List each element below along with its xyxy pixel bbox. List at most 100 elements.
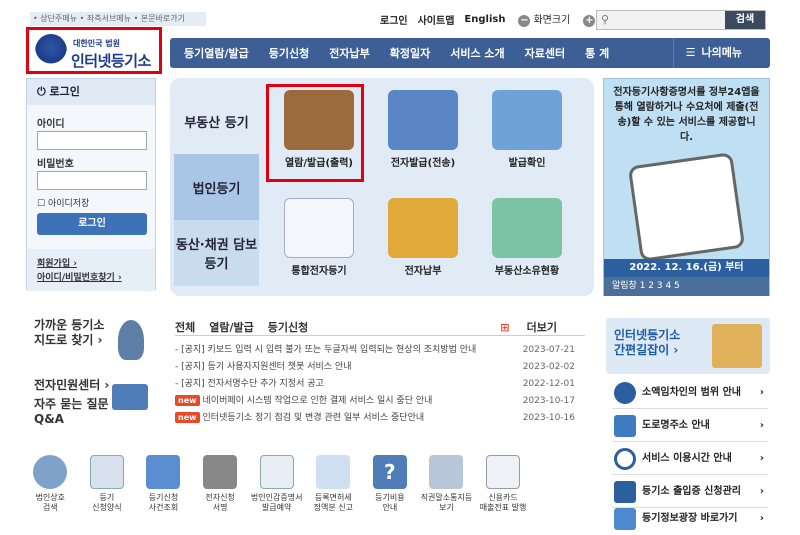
chevron-right-icon: ›	[759, 513, 764, 524]
find-account-link[interactable]: 아이디/비밀번호찾기 ›	[37, 271, 145, 285]
quick-card-receipt[interactable]: 신용카드 매출전표 발행	[475, 455, 532, 530]
new-badge: new	[175, 412, 200, 423]
link-label: 등기정보광장 바로가기	[642, 513, 738, 524]
notice-row[interactable]: - [공지] 전자서명수단 추가 지정서 공고 2022-12-01	[175, 376, 585, 393]
notice-row[interactable]: - [공지] 등기 사용자지원센터 챗봇 서비스 안내 2023-02-02	[175, 359, 585, 376]
quick-seal-reservation[interactable]: 법인인감증명서 발급예약	[248, 455, 305, 530]
chevron-right-icon: ›	[759, 387, 764, 398]
quick-cost-guide[interactable]: ? 등기비용 안내	[362, 455, 419, 530]
civil-center-link[interactable]: 전자민원센터 › 자주 묻는 질문 Q&A	[34, 378, 109, 427]
join-link[interactable]: 회원가입 ›	[37, 257, 145, 271]
notice-row[interactable]: - [공지] 키보드 입력 시 입력 불가 또는 두글자씩 입력되는 현상의 조…	[175, 342, 585, 359]
zoom-label: 화면크기	[533, 15, 571, 26]
nearby-section[interactable]: 가까운 등기소 지도로 찾기 ›	[34, 318, 104, 348]
tile-verify[interactable]: 발급확인	[475, 90, 579, 169]
tile-label: 통합전자등기	[291, 266, 347, 277]
link-road-address[interactable]: 도로명주소 안내 ›	[612, 409, 768, 442]
my-menu-label: 나의메뉴	[701, 46, 742, 59]
banner-pager[interactable]: 알림창 1 2 3 4 5	[604, 277, 769, 296]
quick-case-lookup[interactable]: 등기신청 사건조회	[135, 455, 192, 530]
quick-label: 서명	[212, 503, 228, 512]
form-icon	[89, 455, 124, 489]
tile-label: 전자발급(전송)	[390, 158, 456, 169]
quick-corp-name-search[interactable]: 법인상호 검색	[22, 455, 79, 530]
save-id-checkbox[interactable]: ☐ 아이디저장	[37, 196, 89, 209]
site-logo[interactable]: 대한민국 법원 인터넷등기소	[26, 27, 162, 74]
quick-forms[interactable]: 등기 신청양식	[79, 455, 136, 530]
notice-row[interactable]: new 네이버페이 시스템 작업으로 인한 결제 서비스 일시 중단 안내 2023…	[175, 393, 585, 410]
link-tenant-range[interactable]: 소액임차인의 범위 안내 ›	[612, 376, 768, 409]
id-card-icon	[614, 481, 636, 503]
checkmark-icon	[492, 90, 562, 150]
id-input[interactable]	[37, 131, 147, 150]
password-input[interactable]	[37, 171, 147, 190]
clock-icon	[614, 448, 636, 470]
zoom-in-icon[interactable]: +	[583, 15, 596, 27]
nav-item-payment[interactable]: 전자납부	[329, 45, 369, 61]
coins-icon	[388, 198, 458, 258]
english-link[interactable]: English	[464, 14, 505, 25]
logo-title: 인터넷등기소	[71, 52, 151, 70]
banner-date: 2022. 12. 16.(금) 부터	[604, 259, 769, 277]
login-link[interactable]: 로그인	[380, 12, 408, 27]
link-service-hours[interactable]: 서비스 이용시간 안내 ›	[612, 442, 768, 475]
nav-item-issue[interactable]: 등기열람/발급	[184, 45, 249, 61]
nav-item-stats[interactable]: 통 계	[585, 45, 609, 61]
chart-icon	[614, 508, 636, 530]
notice-title: - [공지] 키보드 입력 시 입력 불가 또는 두글자씩 입력되는 현상의 조…	[175, 345, 477, 355]
quick-license-tax[interactable]: 등록면허세 정액분 신고	[305, 455, 362, 530]
guide-link: 간편길잡이 ›	[614, 343, 679, 357]
power-icon: ⏻	[37, 85, 50, 98]
service-panel: 부동산 등기 법인등기 동산·채권 담보 등기 열람/발급(출력) 전자발급(전…	[170, 78, 594, 296]
banner-text: 전자등기사항증명서를 정부24앱을 통해 열람하거나 수요처에 제출(전송)할 …	[613, 87, 760, 143]
category-movable[interactable]: 동산·채권 담보 등기	[174, 220, 259, 286]
notice-title: 네이버페이 시스템 작업으로 인한 결제 서비스 일시 중단 안내	[202, 396, 433, 406]
link-label: 서비스 이용시간 안내	[642, 453, 732, 464]
link-label: 등기소 출입증 신청관리	[642, 486, 741, 497]
tab-apply[interactable]: 등기신청	[268, 319, 308, 335]
nav-item-apply[interactable]: 등기신청	[269, 45, 309, 61]
window-icon	[146, 455, 181, 489]
quick-notice-view[interactable]: 직권말소통지등 보기	[418, 455, 475, 530]
nav-item-confirm-date[interactable]: 확정일자	[390, 45, 430, 61]
tab-issue[interactable]: 열람/발급	[209, 319, 254, 335]
category-corp[interactable]: 법인등기	[174, 154, 259, 220]
civil-center-label: 전자민원센터 ›	[34, 378, 110, 392]
highlight-box	[266, 84, 364, 182]
receipt-icon	[316, 455, 351, 489]
guide-title: 인터넷등기소	[614, 328, 681, 342]
login-button[interactable]: 로그인	[37, 213, 147, 235]
search-input[interactable]: ⚲ 검색	[596, 10, 766, 30]
notice-tabs: 전체 열람/발급 등기신청 ⊞ 더보기	[175, 318, 585, 336]
my-menu-button[interactable]: ☰ 나의메뉴	[672, 38, 762, 68]
nav-item-resources[interactable]: 자료센터	[525, 45, 565, 61]
more-link[interactable]: ⊞ 더보기	[500, 319, 571, 335]
quick-guide-banner[interactable]: 인터넷등기소 간편길잡이 ›	[606, 318, 770, 374]
notice-date: 2023-07-21	[522, 345, 575, 355]
notice-title: - [공지] 등기 사용자지원센터 챗봇 서비스 안내	[175, 362, 352, 372]
quick-label: 법인상호	[35, 493, 66, 502]
skip-links[interactable]: • 상단주메뉴 • 좌측서브메뉴 • 본문바로가기	[30, 12, 206, 26]
zoom-out-icon[interactable]: −	[518, 15, 531, 27]
notice-row[interactable]: new 인터넷등기소 정기 점검 및 변경 관련 일부 서비스 중단안내 2023-…	[175, 410, 585, 427]
tab-all[interactable]: 전체	[175, 319, 195, 335]
link-info-plaza[interactable]: 등기정보광장 바로가기 ›	[612, 502, 768, 535]
category-realty[interactable]: 부동산 등기	[174, 88, 259, 154]
promo-banner[interactable]: 전자등기사항증명서를 정부24앱을 통해 열람하거나 수요처에 제출(전송)할 …	[603, 78, 770, 296]
tile-e-payment[interactable]: 전자납부	[371, 198, 475, 277]
calendar-icon	[259, 455, 294, 489]
tile-unified[interactable]: 통합전자등기	[267, 198, 371, 277]
quick-e-sign[interactable]: 전자신청 서명	[192, 455, 249, 530]
tile-e-issue[interactable]: 전자발급(전송)	[371, 90, 475, 169]
sitemap-link[interactable]: 사이트맵	[418, 12, 455, 27]
tablet-transfer-icon	[388, 90, 458, 150]
quick-label: 등기비용	[375, 493, 405, 502]
notice-title: - [공지] 전자서명수단 추가 지정서 공고	[175, 379, 324, 389]
quick-label: 등기신청	[148, 493, 179, 502]
address-sign-icon	[614, 415, 636, 437]
nav-item-service[interactable]: 서비스 소개	[450, 45, 504, 61]
search-button[interactable]: 검색	[725, 11, 765, 29]
quick-label: 법인인감증명서	[250, 493, 303, 502]
tile-ownership[interactable]: 부동산소유현황	[475, 198, 579, 277]
quick-label: 사건조회	[148, 503, 179, 512]
